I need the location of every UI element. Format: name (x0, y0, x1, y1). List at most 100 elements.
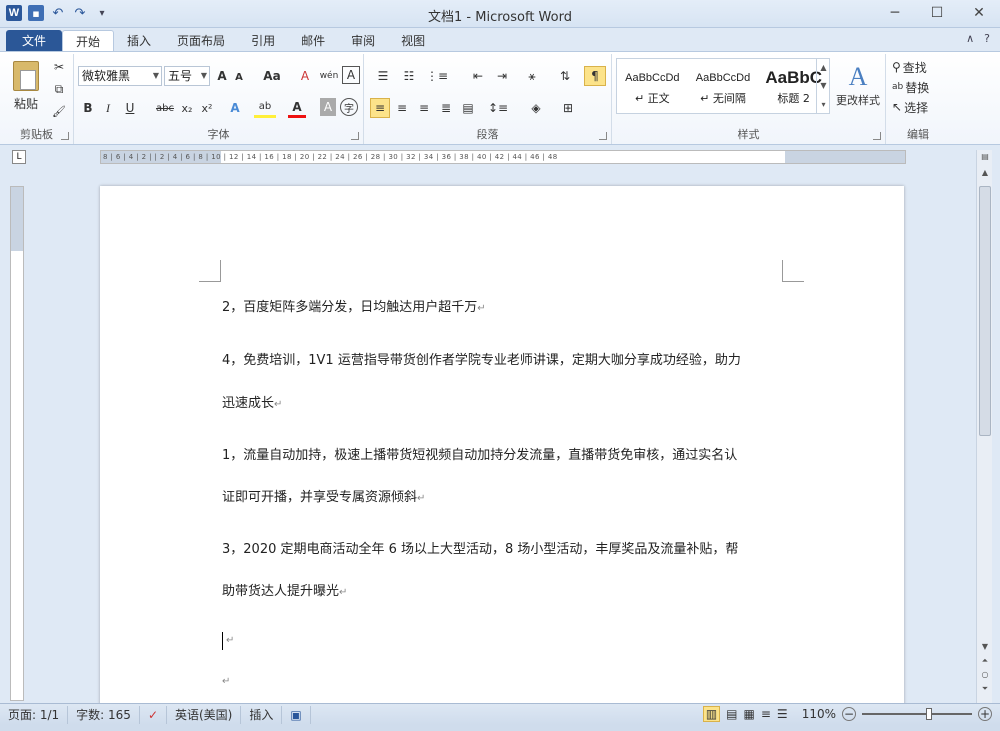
shading-icon[interactable]: ◈ (524, 98, 548, 118)
character-shading-icon[interactable]: A (320, 98, 336, 116)
shrink-font-icon[interactable]: A (232, 68, 246, 86)
collapse-ribbon-icon[interactable]: ∧ (966, 32, 974, 45)
tab-view[interactable]: 视图 (388, 30, 438, 52)
scroll-up-icon[interactable]: ▲ (977, 168, 993, 182)
tab-file[interactable]: 文件 (6, 30, 63, 52)
print-layout-icon[interactable]: ▥ (702, 706, 721, 722)
tab-mailings[interactable]: 邮件 (288, 30, 338, 52)
redo-icon[interactable]: ↷ (72, 5, 88, 21)
tab-selector-icon[interactable]: L (12, 150, 26, 164)
chinese-layout-icon[interactable]: ⚹ (520, 66, 544, 86)
align-center-icon[interactable]: ≡ (392, 98, 412, 118)
styles-launcher-icon[interactable] (873, 132, 881, 140)
cut-icon[interactable]: ✂ (50, 58, 68, 76)
character-border-icon[interactable]: A (342, 66, 360, 84)
clear-formatting-icon[interactable]: A (296, 66, 314, 86)
paragraph-line[interactable]: 3，2020 定期电商活动全年 6 场以上大型活动，8 场小型活动，丰厚奖品及流… (222, 538, 792, 557)
highlight-icon[interactable]: ab (254, 98, 276, 118)
language[interactable]: 英语(美国) (167, 705, 242, 724)
line-spacing-icon[interactable]: ↕≡ (486, 98, 510, 118)
paragraph-line[interactable]: 4，免费培训，1V1 运营指导带货创作者学院专业老师讲课，定期大咖分享成功经验，… (222, 349, 792, 368)
vertical-scrollbar[interactable]: ▤ ▲ ▼ ⏶ ○ ⏷ (976, 150, 992, 703)
more-styles-icon[interactable]: ▾ (821, 100, 825, 109)
tab-page-layout[interactable]: 页面布局 (164, 30, 238, 52)
macro-record-icon[interactable]: ▣ (282, 705, 311, 724)
draft-icon[interactable]: ☰ (777, 707, 788, 721)
zoom-level[interactable]: 110% (802, 707, 836, 721)
scroll-thumb[interactable] (979, 186, 991, 436)
replace-button[interactable]: ab 替换 (892, 78, 929, 96)
help-icon[interactable]: ? (984, 32, 990, 45)
word-count[interactable]: 字数: 165 (68, 705, 140, 724)
borders-icon[interactable]: ⊞ (556, 98, 580, 118)
show-marks-icon[interactable]: ¶ (584, 66, 606, 86)
format-painter-icon[interactable]: 🖌 (50, 102, 68, 120)
font-launcher-icon[interactable] (351, 132, 359, 140)
italic-button[interactable]: I (100, 98, 116, 118)
strikethrough-button[interactable]: abc (154, 98, 176, 118)
style-no-spacing[interactable]: AaBbCcDd ↵ 无间隔 (688, 59, 759, 113)
chevron-up-icon[interactable]: ▲ (820, 63, 826, 72)
empty-paragraph[interactable]: ↵ (226, 632, 796, 647)
full-screen-reading-icon[interactable]: ▤ (726, 707, 737, 721)
chevron-down-icon[interactable]: ▼ (820, 81, 826, 90)
bold-button[interactable]: B (80, 98, 96, 118)
grow-font-icon[interactable]: A (214, 66, 230, 86)
prev-page-icon[interactable]: ⏶ (977, 656, 993, 670)
zoom-out-button[interactable]: − (842, 707, 856, 721)
align-left-icon[interactable]: ≡ (370, 98, 390, 118)
tab-insert[interactable]: 插入 (114, 30, 164, 52)
sort-icon[interactable]: ⇅ (554, 66, 576, 86)
copy-icon[interactable]: ⧉ (50, 80, 68, 98)
tab-review[interactable]: 审阅 (338, 30, 388, 52)
zoom-slider[interactable] (862, 708, 972, 720)
font-color-icon[interactable]: A (288, 98, 306, 118)
page-count[interactable]: 页面: 1/1 (0, 705, 69, 724)
zoom-slider-thumb[interactable] (926, 708, 932, 720)
bullets-icon[interactable]: ☰ (372, 66, 394, 86)
word-logo-icon[interactable]: W (6, 5, 22, 21)
outline-icon[interactable]: ≡ (761, 707, 771, 721)
scroll-down-icon[interactable]: ▼ (977, 642, 993, 656)
browse-object-icon[interactable]: ○ (977, 670, 993, 684)
paragraph-line[interactable]: 2，百度矩阵多端分发，日均触达用户超千万↵ (222, 296, 792, 315)
zoom-in-button[interactable]: + (978, 707, 992, 721)
increase-indent-icon[interactable]: ⇥ (492, 66, 512, 86)
phonetic-guide-icon[interactable]: wén (318, 66, 340, 86)
maximize-button[interactable]: ☐ (916, 0, 958, 26)
decrease-indent-icon[interactable]: ⇤ (468, 66, 488, 86)
save-icon[interactable]: ▪ (28, 5, 44, 21)
font-name-combo[interactable]: 微软雅黑 ▼ (78, 66, 162, 86)
distributed-icon[interactable]: ▤ (458, 98, 478, 118)
paste-button[interactable]: 粘贴 (8, 58, 44, 114)
font-size-combo[interactable]: 五号 ▼ (164, 66, 210, 86)
change-styles-button[interactable]: A 更改样式 (834, 56, 882, 114)
text-effects-icon[interactable]: A (226, 98, 244, 118)
empty-paragraph[interactable]: ↵ (222, 673, 792, 688)
proofing-icon[interactable]: ✓ (140, 705, 167, 724)
styles-scroll[interactable]: ▲ ▼ ▾ (816, 58, 830, 114)
select-button[interactable]: ↖ 选择 (892, 98, 928, 116)
vertical-ruler[interactable] (10, 186, 24, 701)
find-button[interactable]: ⚲ 查找 (892, 58, 927, 76)
subscript-button[interactable]: x₂ (178, 98, 196, 118)
undo-icon[interactable]: ↶ (50, 5, 66, 21)
style-normal[interactable]: AaBbCcDd ↵ 正文 (617, 59, 688, 113)
paragraph-line[interactable]: 迅速成长↵ (222, 392, 792, 411)
justify-icon[interactable]: ≣ (436, 98, 456, 118)
document-page[interactable]: 2，百度矩阵多端分发，日均触达用户超千万↵ 4，免费培训，1V1 运营指导带货创… (100, 186, 904, 703)
change-case-icon[interactable]: Aa (260, 66, 284, 86)
superscript-button[interactable]: x² (198, 98, 216, 118)
tab-home[interactable]: 开始 (62, 30, 115, 52)
paragraph-line[interactable]: 1，流量自动加持，极速上播带货短视频自动加持分发流量，直播带货免审核，通过实名认 (222, 444, 792, 463)
web-layout-icon[interactable]: ▦ (744, 707, 755, 721)
paragraph-line[interactable]: 助带货达人提升曝光↵ (222, 580, 792, 599)
multilevel-list-icon[interactable]: ⋮≡ (424, 66, 450, 86)
close-button[interactable]: ✕ (958, 0, 1000, 26)
align-right-icon[interactable]: ≡ (414, 98, 434, 118)
minimize-button[interactable]: ─ (874, 0, 916, 26)
enclose-characters-icon[interactable]: 字 (340, 98, 358, 116)
paragraph-launcher-icon[interactable] (599, 132, 607, 140)
view-ruler-icon[interactable]: ▤ (977, 152, 993, 166)
horizontal-ruler[interactable]: 8 | 6 | 4 | 2 | | 2 | 4 | 6 | 8 | 10 | 1… (100, 150, 906, 164)
